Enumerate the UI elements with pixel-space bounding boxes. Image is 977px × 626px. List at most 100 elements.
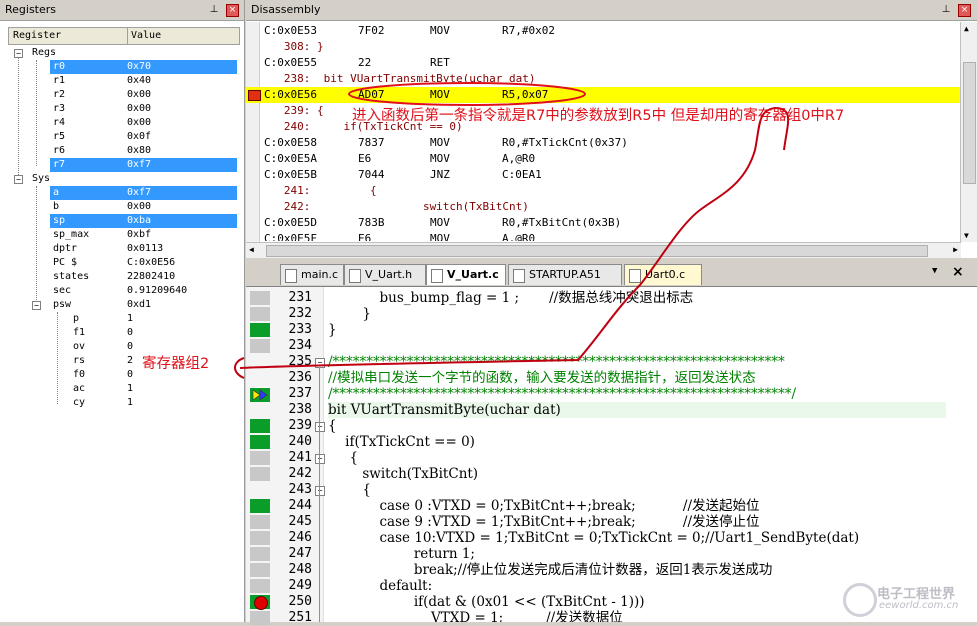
reg-row-r2[interactable]: r2 0x00 [50,88,237,102]
disassembly-panel: Disassembly ⊥ × C:0x0E53 7F02 MOV R7,#0x02 … [246,0,977,258]
code-line[interactable]: case 10:VTXD = 1;TxBitCnt = 0;TxTickCnt … [328,530,859,546]
code-line[interactable]: /***************************************… [328,354,785,370]
disasm-source-line[interactable]: 242: switch(TxBitCnt) [260,199,950,215]
code-line[interactable]: case 9 :VTXD = 1;TxBitCnt++;break; //发送停… [328,514,759,530]
reg-row-r7[interactable]: r7 0xf7 [50,158,237,172]
disasm-line[interactable]: C:0x0E55 22 RET [260,55,950,71]
col-register[interactable]: Register [13,28,61,44]
close-icon[interactable]: × [226,4,239,17]
pin-icon[interactable]: ⊥ [940,4,952,16]
code-line[interactable]: if(dat & (0x01 << (TxBitCnt - 1))) [328,594,645,610]
code-line[interactable]: bus_bump_flag = 1 ; //数据总线冲突退出标志 [328,290,693,306]
code-line[interactable]: { [328,418,337,434]
code-line[interactable]: break;//停止位发送完成后清位计数器，返回1表示发送成功 [328,562,773,578]
collapse-sys-icon[interactable]: − [14,175,23,184]
tab-list-arrow-icon[interactable]: ▼ [932,266,937,276]
reg-row-psw[interactable]: psw 0xd1 [50,298,237,312]
collapse-regs-icon[interactable]: − [14,49,23,58]
line-number: 239 [288,418,312,433]
file-icon [431,269,443,283]
coverage-marker [250,307,270,321]
line-number: 237 [288,386,312,401]
tab-v-uart-c[interactable]: V_Uart.c [426,264,506,285]
psw-bit-f1[interactable]: f1 0 [70,326,237,340]
code-line[interactable]: case 0 :VTXD = 0;TxBitCnt++;break; //发送起… [328,498,759,514]
group-regs: Regs [32,47,57,58]
reg-row-sec[interactable]: sec 0.91209640 [50,284,237,298]
disasm-source-line[interactable]: 238: bit VUartTransmitByte(uchar dat) [260,71,950,87]
disasm-line[interactable]: C:0x0E53 7F02 MOV R7,#0x02 [260,23,950,39]
disasm-current-line[interactable]: C:0x0E56 AD07 MOV R5,0x07 [246,87,961,103]
code-line[interactable]: VTXD = 1; //发送数据位 [328,610,623,622]
reg-row-states[interactable]: states 22802410 [50,270,237,284]
coverage-marker [250,435,270,449]
fold-toggle-icon[interactable]: − [315,358,325,368]
breakpoint-icon[interactable] [254,596,268,610]
line-number: 243 [288,482,312,497]
code-line[interactable]: /***************************************… [328,386,796,402]
code-line[interactable]: return 1; [328,546,475,562]
reg-row-r1[interactable]: r1 0x40 [50,74,237,88]
line-number: 238 [288,402,312,417]
coverage-marker [250,579,270,593]
col-value[interactable]: Value [127,28,161,44]
code-line[interactable]: } [328,306,371,322]
line-number: 233 [288,322,312,337]
code-line[interactable]: } [328,322,337,338]
code-line-current[interactable]: bit VUartTransmitByte(uchar dat) [328,402,946,418]
reg-row-a[interactable]: a 0xf7 [50,186,237,200]
coverage-marker [250,451,270,465]
close-icon[interactable]: × [958,4,971,17]
psw-bit-ac[interactable]: ac 1 [70,382,237,396]
code-line[interactable]: default: [328,578,432,594]
tab-uart0-c[interactable]: Uart0.c [624,264,702,285]
disasm-line[interactable]: C:0x0E5B 7044 JNZ C:0EA1 [260,167,950,183]
annotation-note-top: 进入函数后第一条指令就是R7中的参数放到R5中 但是却用的寄存器组0中R7 [352,108,845,124]
pin-icon[interactable]: ⊥ [208,4,220,16]
reg-row-dptr[interactable]: dptr 0x0113 [50,242,237,256]
code-line[interactable]: { [328,450,358,466]
tab-v-uart-h[interactable]: V_Uart.h [344,264,426,285]
code-line[interactable]: switch(TxBitCnt) [328,466,478,482]
tab-main-c[interactable]: main.c [280,264,344,285]
reg-row-r3[interactable]: r3 0x00 [50,102,237,116]
reg-row-sp-max[interactable]: sp_max 0xbf [50,228,237,242]
fold-toggle-icon[interactable]: − [315,422,325,432]
fold-toggle-icon[interactable]: − [315,454,325,464]
reg-row-r6[interactable]: r6 0x80 [50,144,237,158]
source-editor[interactable]: 231 232 233 234 235 236 237 238 239 240 … [246,287,977,625]
reg-row-r4[interactable]: r4 0x00 [50,116,237,130]
disasm-horizontal-scrollbar[interactable]: ◀ ▶ [246,242,961,258]
psw-bit-cy[interactable]: cy 1 [70,396,237,410]
psw-bit-p[interactable]: p1 [70,312,237,326]
tab-startup-a51[interactable]: STARTUP.A51 [508,264,622,285]
scroll-thumb[interactable] [266,245,928,257]
close-tab-icon[interactable]: × [952,264,964,280]
scroll-up-icon[interactable]: ▲ [964,24,969,33]
scroll-down-icon[interactable]: ▼ [964,231,969,240]
disasm-line[interactable]: C:0x0E5F E6 MOV A,@R0 [260,231,950,241]
fold-toggle-icon[interactable]: − [315,486,325,496]
reg-row-pc[interactable]: PC $ C:0x0E56 [50,256,237,270]
current-pc-arrow-icon [248,90,261,101]
disasm-source-line[interactable]: 241: { [260,183,950,199]
reg-row-r0[interactable]: r0 0x70 [50,60,237,74]
disasm-source-line[interactable]: 308: } [260,39,950,55]
disasm-vertical-scrollbar[interactable]: ▲ ▼ [960,22,977,242]
scroll-thumb[interactable] [963,62,976,184]
collapse-psw-icon[interactable]: − [32,301,41,310]
code-line[interactable]: //模拟串口发送一个字节的函数，输入要发送的数据指针，返回发送状态 [328,370,756,386]
line-number: 249 [288,578,312,593]
disasm-line[interactable]: C:0x0E5D 783B MOV R0,#TxBitCnt(0x3B) [260,215,950,231]
coverage-marker [250,547,270,561]
code-line[interactable]: if(TxTickCnt == 0) [328,434,475,450]
editor-tab-bar: main.c V_Uart.h V_Uart.c STARTUP.A51 Uar… [246,262,977,287]
reg-row-b[interactable]: b 0x00 [50,200,237,214]
scroll-left-icon[interactable]: ◀ [249,245,254,254]
scroll-right-icon[interactable]: ▶ [953,245,958,254]
reg-row-r5[interactable]: r5 0x0f [50,130,237,144]
code-line[interactable]: { [328,482,371,498]
disasm-line[interactable]: C:0x0E58 7837 MOV R0,#TxTickCnt(0x37) [260,135,950,151]
disasm-line[interactable]: C:0x0E5A E6 MOV A,@R0 [260,151,950,167]
reg-row-sp[interactable]: sp 0xba [50,214,237,228]
